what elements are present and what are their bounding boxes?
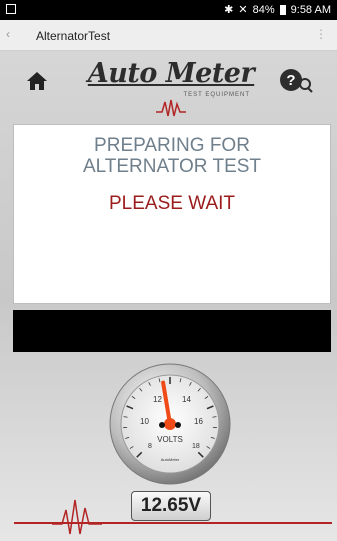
gauge-label-10: 10 [140,417,149,426]
gauge-label-8: 8 [148,443,152,450]
voltmeter-gauge: 10 12 14 16 18 8 VOLTS AutoMeter [109,363,231,485]
mute-icon: ✕ [238,4,248,16]
status-bar: ✱ ✕ 84% 9:58 AM [0,0,337,20]
overflow-menu-icon[interactable]: ⋮ [315,27,327,41]
gauge-label-12: 12 [153,395,162,404]
battery-level: 84% [252,3,275,16]
action-bar: ‹ AlternatorTest ⋮ [0,20,337,51]
header: Auto Meter TEST EQUIPMENT ? [0,50,337,122]
gauge-unit: VOLTS [157,435,183,444]
needle-hub [164,418,176,430]
gauge-pin-left [159,422,165,428]
gauge-label-16: 16 [194,417,203,426]
gauge-pin-right [175,422,181,428]
gauge-label-14: 14 [182,395,191,404]
message-panel: PREPARING FOR ALTERNATOR TEST PLEASE WAI… [13,124,331,304]
app-title: AlternatorTest [36,29,111,43]
footer-wave-icon [52,499,102,535]
please-wait-message: PLEASE WAIT [109,193,235,214]
svg-text:?: ? [286,72,295,89]
result-bar [13,310,331,352]
logo-brand: Auto Meter [87,58,255,89]
logo-subtitle: TEST EQUIPMENT [183,92,250,98]
status-title-line2: ALTERNATOR TEST [82,156,262,177]
home-icon[interactable] [26,70,48,92]
battery-icon [279,4,286,15]
clock: 9:58 AM [290,3,331,16]
help-icon[interactable]: ? [278,66,314,94]
gauge-brand: AutoMeter [161,457,180,462]
gauge-label-18: 18 [192,443,200,450]
status-title-line1: PREPARING FOR [94,135,250,156]
notification-icon [6,4,16,14]
back-icon[interactable]: ‹ [6,27,10,41]
voltage-readout: 12.65V [131,491,211,521]
logo-wave-icon [156,99,186,117]
bluetooth-icon: ✱ [224,4,234,16]
logo: Auto Meter TEST EQUIPMENT [86,58,256,118]
